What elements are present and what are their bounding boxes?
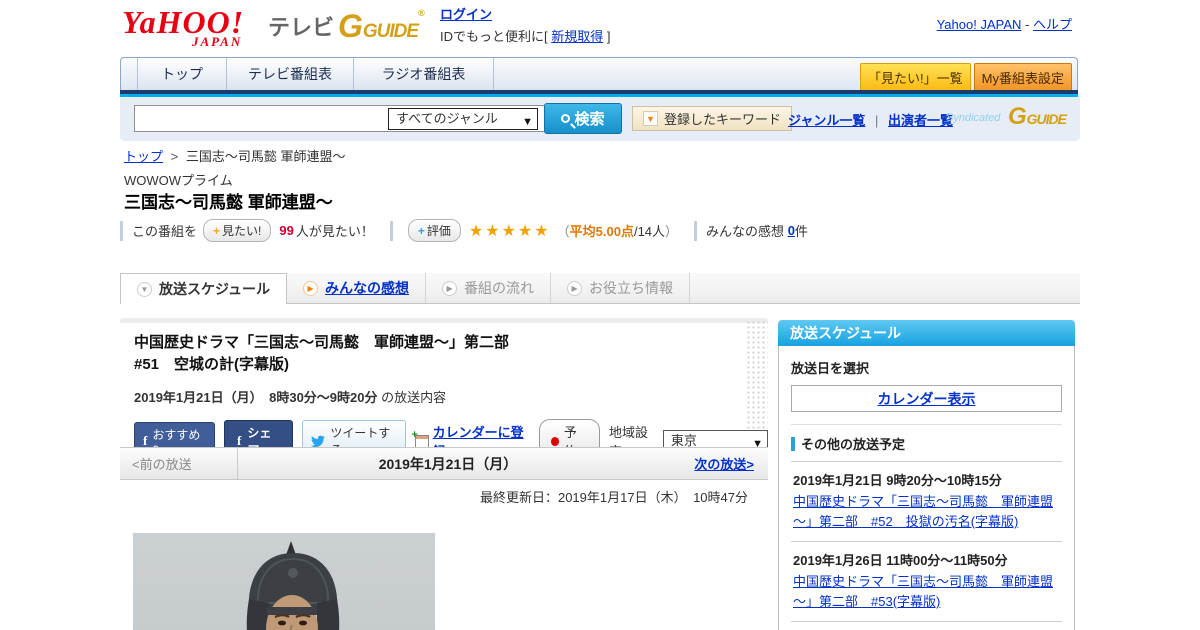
genre-select[interactable]: すべてのジャンル ▼ — [388, 108, 538, 130]
gguide-logo-small[interactable]: GGUIDE — [1008, 103, 1067, 131]
schedule-item-link[interactable]: 中国歴史ドラマ「三国志～司馬懿 軍師連盟～」第二部 #52 投獄の汚名(字幕版) — [793, 492, 1060, 532]
select-date-label: 放送日を選択 — [791, 361, 870, 376]
page-title: 三国志～司馬懿 軍師連盟～ — [124, 193, 333, 212]
schedule-item: 2019年1月26日 11時50分～12時50分 中国歴史ドラマ「三国志～司馬懿… — [791, 621, 1062, 630]
calendar-icon — [411, 429, 429, 448]
search-button[interactable]: 検索 — [544, 103, 622, 134]
twitter-bird-icon — [311, 435, 326, 447]
genre-list-link[interactable]: ジャンル一覧 — [788, 113, 865, 128]
schedule-item-date: 2019年1月26日 11時00分～11時50分 — [793, 553, 1008, 568]
other-broadcasts-heading: その他の放送予定 — [791, 424, 1062, 453]
current-broadcast-date: 2019年1月21日（月） — [378, 455, 518, 472]
helmeted-warrior-image — [133, 533, 435, 630]
impressions-segment: みんなの感想 0件 — [706, 223, 808, 239]
breadcrumb-home-link[interactable]: トップ — [124, 149, 163, 164]
schedule-item-link[interactable]: 中国歴史ドラマ「三国志～司馬懿 軍師連盟～」第二部 #53(字幕版) — [793, 572, 1060, 612]
divider — [120, 220, 123, 241]
plus-icon: + — [417, 224, 425, 238]
schedule-item-date: 2019年1月21日 9時20分～10時15分 — [793, 473, 1002, 488]
tabbar-filler — [690, 273, 1080, 303]
schedule-item: 2019年1月21日 9時20分～10時15分 中国歴史ドラマ「三国志～司馬懿 … — [791, 461, 1062, 541]
arrow-right-circle-icon: ▶ — [303, 280, 319, 296]
program-detail-block: 中国歴史ドラマ「三国志～司馬懿 軍師連盟～」第二部 #51 空城の計(字幕版) … — [120, 318, 768, 463]
rating-row: この番組を + 見たい! 99 人が見たい！ + 評価 ★★★★★ （平均5.00点… — [120, 219, 824, 242]
next-broadcast-link[interactable]: 次の放送> — [658, 454, 768, 473]
rating-average: （平均5.00点/14人） — [556, 224, 679, 239]
sidebar-body: 放送日を選択 カレンダー表示 その他の放送予定 2019年1月21日 9時20分… — [778, 346, 1075, 630]
broadcast-schedule-sidebar: 放送スケジュール 放送日を選択 カレンダー表示 その他の放送予定 2019年1月… — [778, 320, 1075, 630]
tab-useful-info[interactable]: ▶ お役立ち情報 — [551, 273, 691, 303]
register-id-link[interactable]: 新規取得 — [551, 29, 603, 44]
impressions-count-link[interactable]: 0 — [788, 223, 795, 238]
nav-right-buttons: 「見たい!」一覧 My番組表設定 — [860, 63, 1072, 92]
tab-program-flow[interactable]: ▶ 番組の流れ — [426, 273, 552, 303]
rate-button[interactable]: + 評価 — [407, 219, 461, 242]
divider — [694, 220, 698, 241]
global-nav: トップ テレビ番組表 ラジオ番組表 「見たい!」一覧 My番組表設定 — [120, 57, 1078, 92]
last-updated-text: 最終更新日：2019年1月17日（木） 10時47分 — [479, 490, 748, 505]
search-links: ジャンル一覧 | 出演者一覧 — [788, 113, 954, 128]
star-rating-icons: ★★★★★ — [468, 222, 551, 240]
cast-list-link[interactable]: 出演者一覧 — [888, 113, 953, 128]
chevron-down-icon: ▼ — [522, 116, 533, 128]
schedule-item: 2019年1月26日 11時00分～11時50分 中国歴史ドラマ「三国志～司馬懿… — [791, 541, 1062, 621]
program-photo — [133, 533, 435, 630]
broadcast-datetime: 2019年1月21日（月） 8時30分～9時20分 の放送内容 — [134, 390, 447, 405]
login-link[interactable]: ログイン — [440, 7, 492, 22]
tab-impressions[interactable]: ▶ みんなの感想 — [287, 273, 427, 303]
divider — [389, 220, 393, 241]
registered-keywords-button[interactable]: ▼ 登録したキーワード — [632, 106, 793, 131]
service-name-tv: テレビ — [268, 15, 335, 40]
program-detail-top-edge — [120, 318, 768, 323]
search-bar: すべてのジャンル ▼ 検索 ▼ 登録したキーワード ジャンル一覧 | 出演者一覧 S… — [120, 97, 1080, 141]
tab-broadcast-schedule[interactable]: ▼ 放送スケジュール — [120, 273, 288, 304]
mitai-segment: この番組を + 見たい! 99 人が見たい！ — [132, 219, 374, 242]
breadcrumb-current: 三国志～司馬懿 軍師連盟～ — [185, 149, 346, 164]
search-icon — [561, 114, 571, 123]
record-dot-icon — [550, 436, 559, 446]
previous-broadcast-link[interactable]: <前の放送 — [120, 448, 238, 479]
section-tabbar: ▼ 放送スケジュール ▶ みんなの感想 ▶ 番組の流れ ▶ お役立ち情報 — [120, 273, 1080, 304]
rating-segment: + 評価 ★★★★★ （平均5.00点/14人） — [402, 219, 678, 242]
login-area: ログイン IDでもっと便利に[ 新規取得 ] — [440, 4, 611, 45]
nav-tab-top[interactable]: トップ — [137, 58, 227, 90]
arrow-right-circle-icon: ▶ — [567, 280, 583, 296]
help-link[interactable]: ヘルプ — [1033, 17, 1072, 32]
nav-tab-radio-listings[interactable]: ラジオ番組表 — [354, 58, 494, 90]
header-right-links: Yahoo! JAPAN - ヘルプ — [936, 17, 1072, 32]
channel-name: WOWOWプライム — [124, 173, 233, 188]
gguide-logo[interactable]: GGUIDE® — [338, 8, 425, 45]
arrow-right-circle-icon: ▶ — [442, 280, 458, 296]
calendar-display-box[interactable]: カレンダー表示 — [791, 385, 1062, 412]
plus-icon: + — [213, 224, 221, 238]
page: YaHOO! JAPAN テレビ GGUIDE® ログイン IDでもっと便利に[… — [0, 0, 1200, 630]
mitai-list-button[interactable]: 「見たい!」一覧 — [860, 63, 971, 92]
arrow-down-circle-icon: ▼ — [137, 281, 152, 297]
yahoo-japan-link[interactable]: Yahoo! JAPAN — [937, 17, 1022, 32]
site-header: YaHOO! JAPAN テレビ GGUIDE® ログイン IDでもっと便利に[… — [120, 0, 1080, 55]
nav-tab-tv-listings[interactable]: テレビ番組表 — [227, 58, 354, 90]
dotted-texture — [746, 320, 768, 430]
my-schedule-settings-button[interactable]: My番組表設定 — [973, 63, 1072, 92]
mitai-count: 99 — [279, 223, 294, 238]
sidebar-title: 放送スケジュール — [778, 320, 1075, 346]
id-benefit-text: IDでもっと便利に[ 新規取得 ] — [440, 29, 611, 44]
episode-title: 中国歴史ドラマ「三国志～司馬懿 軍師連盟～」第二部 #51 空城の計(字幕版) — [134, 334, 510, 373]
yahoo-japan-logo-sub: JAPAN — [192, 34, 243, 49]
date-navigation: <前の放送 2019年1月21日（月） 次の放送> — [120, 447, 768, 480]
syndicated-label: Syndicated — [946, 112, 1001, 124]
breadcrumb: トップ > 三国志～司馬懿 軍師連盟～ — [124, 149, 346, 164]
chevron-down-icon: ▼ — [643, 111, 658, 126]
heading-accent-bar — [791, 436, 795, 451]
mitai-button[interactable]: + 見たい! — [203, 219, 272, 242]
